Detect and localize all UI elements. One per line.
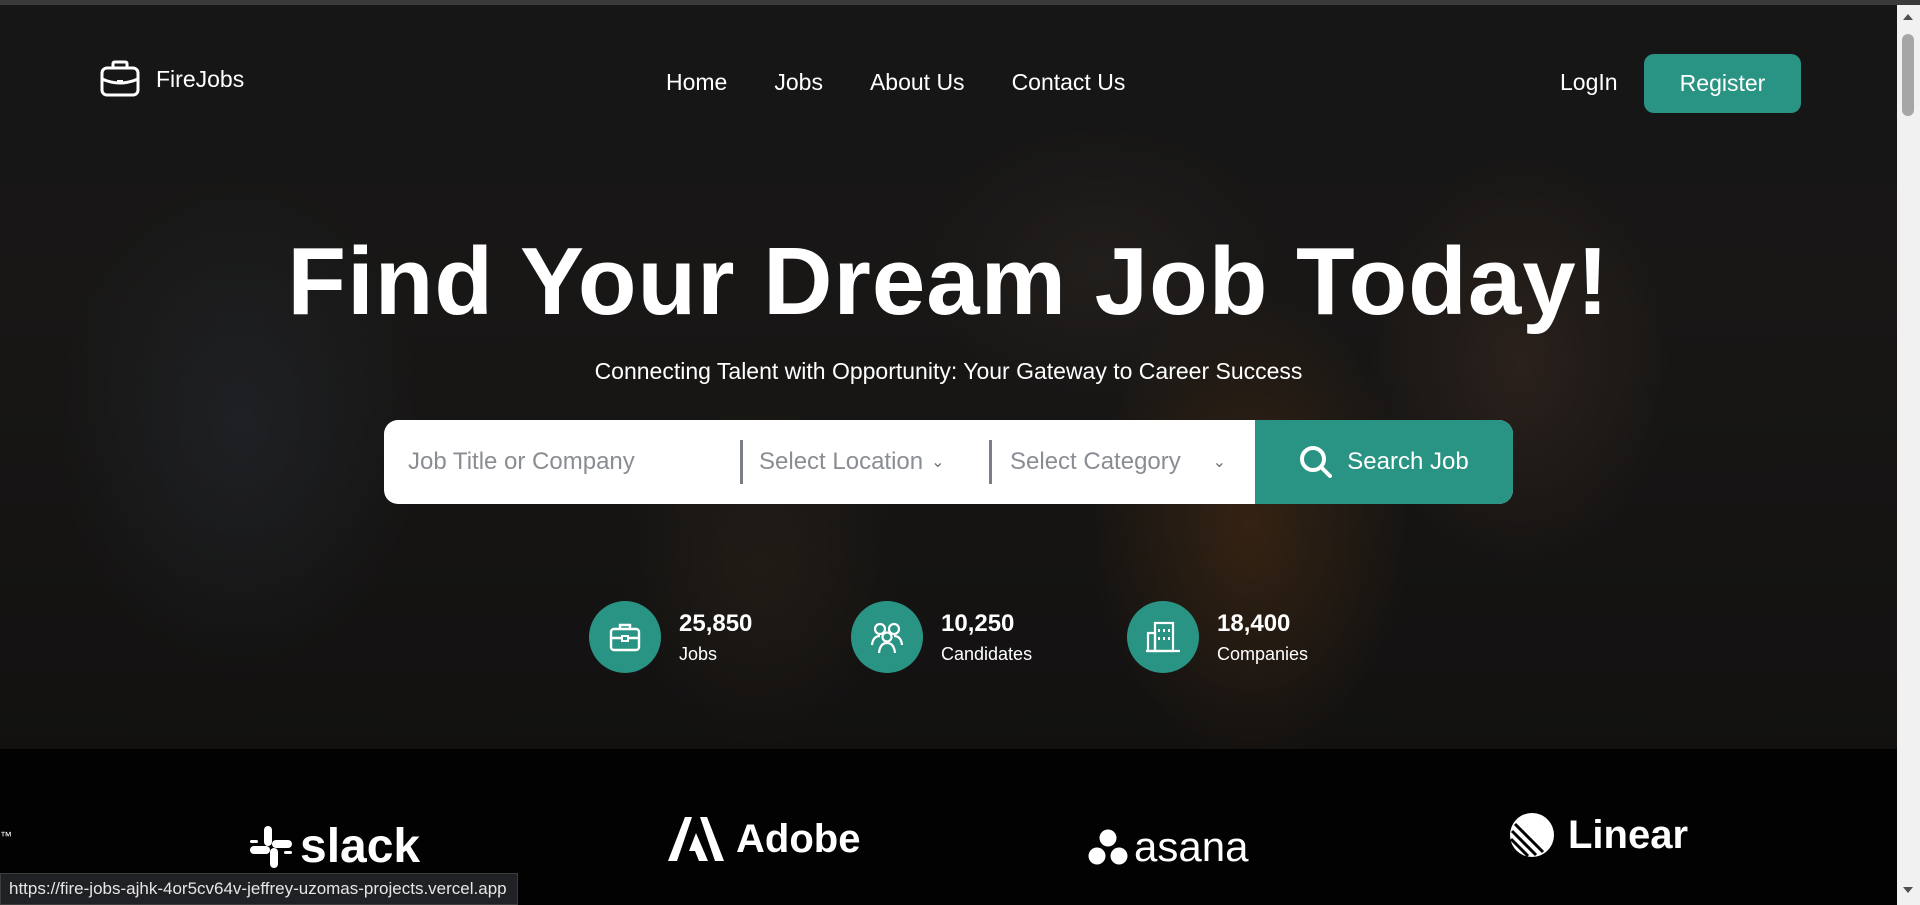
scroll-up-arrow-icon[interactable]: [1903, 14, 1913, 20]
hero-section: FireJobs Home Jobs About Us Contact Us L…: [0, 5, 1897, 749]
job-title-input[interactable]: Job Title or Company: [384, 420, 740, 504]
partial-logo-fragment: ™: [0, 829, 12, 843]
category-placeholder: Select Category: [1010, 448, 1181, 475]
slack-icon: [250, 825, 292, 868]
stat-companies-value: 18,400: [1217, 609, 1291, 637]
job-title-placeholder: Job Title or Company: [408, 448, 635, 475]
stat-jobs-value: 25,850: [679, 609, 753, 637]
brand-name: FireJobs: [156, 65, 245, 92]
asana-logo: asana: [1088, 823, 1248, 871]
stat-companies-label: Companies: [1217, 643, 1309, 664]
search-job-button[interactable]: Search Job: [1255, 420, 1513, 504]
chevron-down-icon: ⌄: [1212, 454, 1226, 471]
linear-icon: [1509, 813, 1554, 858]
stat-candidates: 10,250 Candidates: [851, 601, 1032, 673]
chevron-down-icon: ⌄: [931, 454, 945, 471]
nav-about-link[interactable]: About Us: [870, 69, 965, 96]
location-placeholder: Select Location: [759, 448, 924, 475]
scroll-down-arrow-icon[interactable]: [1903, 887, 1913, 893]
nav-home-link[interactable]: Home: [666, 69, 727, 96]
scrollbar-thumb[interactable]: [1902, 34, 1914, 116]
asana-wordmark: asana: [1134, 823, 1249, 870]
brand-logo[interactable]: FireJobs: [98, 57, 244, 101]
adobe-wordmark: Adobe: [736, 816, 861, 861]
location-select[interactable]: Select Location ⌄: [743, 420, 989, 504]
vertical-scrollbar[interactable]: [1897, 5, 1920, 905]
asana-icon: [1088, 829, 1128, 865]
briefcase-icon: [589, 601, 661, 673]
stat-candidates-value: 10,250: [941, 609, 1015, 637]
adobe-icon: [668, 817, 724, 861]
search-job-label: Search Job: [1347, 448, 1469, 475]
stat-jobs: 25,850 Jobs: [589, 601, 752, 673]
link-status-bar: https://fire-jobs-ajhk-4or5cv64v-jeffrey…: [0, 873, 518, 905]
people-icon: [851, 601, 923, 673]
slack-wordmark: slack: [300, 820, 421, 873]
linear-logo: Linear: [1508, 811, 1688, 859]
adobe-logo: Adobe: [668, 815, 860, 863]
building-icon: [1127, 601, 1199, 673]
stat-jobs-label: Jobs: [679, 643, 718, 664]
job-search-bar: Job Title or Company Select Location ⌄ S…: [384, 420, 1513, 504]
briefcase-logo-icon: [100, 60, 140, 97]
hero-title: Find Your Dream Job Today!: [287, 228, 1610, 335]
slack-logo: slack: [248, 819, 420, 874]
register-button[interactable]: Register: [1644, 54, 1801, 113]
stat-candidates-label: Candidates: [941, 643, 1033, 664]
hero-subtitle: Connecting Talent with Opportunity: Your…: [594, 358, 1303, 384]
linear-wordmark: Linear: [1568, 812, 1689, 857]
login-link[interactable]: LogIn: [1560, 69, 1618, 96]
stat-companies: 18,400 Companies: [1127, 601, 1308, 673]
search-icon: [1300, 446, 1333, 478]
main-nav: Home Jobs About Us Contact Us: [666, 69, 1125, 96]
nav-contact-link[interactable]: Contact Us: [1012, 69, 1126, 96]
nav-jobs-link[interactable]: Jobs: [774, 69, 823, 96]
category-select[interactable]: Select Category ⌄: [992, 420, 1256, 504]
